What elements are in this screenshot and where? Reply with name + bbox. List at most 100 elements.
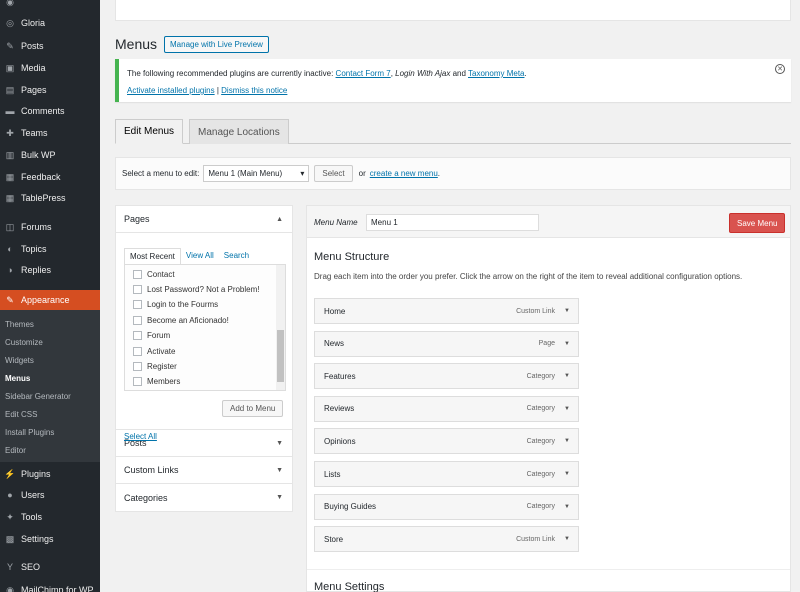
submenu-item-themes[interactable]: Themes [0,315,100,333]
sidebar-item-teams[interactable]: ✚ Teams [0,123,100,143]
sidebar-item-tablepress[interactable]: ▦ TablePress [0,188,100,208]
page-checkbox-item[interactable]: Become an Aficionado! [133,314,229,326]
checkbox[interactable] [133,377,142,387]
period-text: . [437,169,441,178]
tab-search[interactable]: Search [219,248,254,265]
checkbox[interactable] [133,346,142,356]
sidebar-item-feedback[interactable]: ▦ Feedback [0,167,100,187]
menu-settings-title: Menu Settings [314,581,385,592]
checkbox[interactable] [133,361,142,371]
page-label: Register [147,361,177,371]
checkbox[interactable] [133,315,142,325]
add-to-menu-button[interactable]: Add to Menu [222,400,284,417]
sidebar-item-tools[interactable]: ✦ Tools [0,507,100,527]
sidebar-item-topics[interactable]: ◐ Topics [0,239,100,259]
menu-item-reviews[interactable]: Reviews Category ▼ [314,395,579,422]
tab-edit-menus[interactable]: Edit Menus [115,119,184,144]
sidebar-item-posts[interactable]: ✎ Posts [0,36,100,56]
checkbox[interactable] [133,300,142,310]
plugins-notice: The following recommended plugins are cu… [115,59,791,102]
submenu-item-install-plugins[interactable]: Install Plugins [0,423,100,441]
tab-view-all[interactable]: View All [181,248,219,265]
sidebar-item-comments[interactable]: ▬ Comments [0,101,100,121]
section-title: Custom Links [124,465,179,475]
page-checkbox-item[interactable]: Activate [133,345,175,357]
sidebar-item-mailchimp-for-wp[interactable]: ◉ MailChimp for WP [0,580,100,592]
submenu-item-sidebar-generator[interactable]: Sidebar Generator [0,387,100,405]
page-checkbox-item[interactable]: Forum [133,330,170,342]
pages-section-header[interactable]: Pages ▲ [116,206,292,233]
page-checkbox-item[interactable]: Lost Password? Not a Problem! [133,283,260,295]
menu-item-title: News [324,339,345,349]
sidebar-item-media[interactable]: ▣ Media [0,58,100,78]
menu-item-type: Category [526,405,555,413]
page-checkbox-item[interactable]: Register [133,360,177,372]
expand-arrow-icon[interactable]: ▼ [564,406,570,412]
sidebar-item-settings[interactable]: ▩ Settings [0,529,100,549]
expand-arrow-icon[interactable]: ▼ [564,504,570,510]
expand-arrow-icon[interactable]: ▼ [564,373,570,379]
submenu-item-menus[interactable]: Menus [0,369,100,387]
sidebar-item-appearance[interactable]: ✎ Appearance [0,290,100,310]
pages-section-title: Pages [124,214,150,224]
menu-item-features[interactable]: Features Category ▼ [314,363,579,390]
submenu-item-widgets[interactable]: Widgets [0,351,100,369]
sidebar-item-forums[interactable]: ◫ Forums [0,217,100,237]
collapse-arrow-icon: ▲ [276,215,283,223]
checkbox[interactable] [133,269,142,279]
sidebar-item-gloria[interactable]: ◎ Gloria [0,13,100,33]
menu-item-opinions[interactable]: Opinions Category ▼ [314,428,579,455]
expand-arrow-icon[interactable]: ▼ [564,341,570,347]
menu-item-store[interactable]: Store Custom Link ▼ [314,526,579,553]
expand-arrow-icon[interactable]: ▼ [564,308,570,314]
or-text: or [358,169,366,178]
scrollbar[interactable] [276,265,285,390]
page-checkbox-item[interactable]: Contact [133,268,175,280]
checkbox[interactable] [133,284,142,294]
menu-edit-panel: Menu Name Menu 1 Save Menu Menu Structur… [306,205,791,592]
sidebar-item-dashboard[interactable]: ◉ [0,0,100,12]
plus-icon: ✚ [6,127,14,138]
create-menu-link[interactable]: create a new menu [370,169,438,178]
sidebar-item-users[interactable]: ● Users [0,485,100,505]
expand-arrow-icon[interactable]: ▼ [564,471,570,477]
section-header-categories[interactable]: Categories ▼ [116,484,292,511]
checkbox[interactable] [133,331,142,341]
submenu-item-edit-css[interactable]: Edit CSS [0,405,100,423]
select-all-link[interactable]: Select All [124,432,157,441]
menu-select[interactable]: Menu 1 (Main Menu) ▾ [203,165,310,182]
submenu-item-customize[interactable]: Customize [0,333,100,351]
tab-most-recent[interactable]: Most Recent [124,248,181,265]
save-menu-button[interactable]: Save Menu [729,213,786,233]
tab-manage-locations[interactable]: Manage Locations [189,119,289,144]
activate-plugins-link[interactable]: Activate installed plugins [127,86,215,95]
expand-arrow-icon[interactable]: ▼ [564,438,570,444]
notice-links: Activate installed plugins | Dismiss thi… [127,86,287,95]
menu-item-lists[interactable]: Lists Category ▼ [314,461,579,487]
scrollbar-thumb[interactable] [277,330,284,382]
sidebar-item-bulk-wp[interactable]: ▥ Bulk WP [0,145,100,165]
close-icon[interactable]: ✕ [775,64,785,74]
live-preview-button[interactable]: Manage with Live Preview [164,36,269,53]
page-checkbox-item[interactable]: Login to the Fourms [133,299,218,311]
submenu-item-editor[interactable]: Editor [0,441,100,459]
feedback-icon: ▦ [5,171,15,182]
select-button[interactable]: Select [314,165,353,182]
contact-form-link[interactable]: Contact Form 7 [336,69,391,78]
sidebar-item-plugins[interactable]: ⚡ Plugins [0,464,100,484]
section-header-custom-links[interactable]: Custom Links ▼ [116,457,292,484]
sidebar-item-pages[interactable]: ▤ Pages [0,80,100,100]
menu-name-input[interactable]: Menu 1 [366,214,539,231]
dismiss-notice-link[interactable]: Dismiss this notice [221,86,287,95]
sidebar-item-replies[interactable]: ◑ Replies [0,260,100,280]
notice-end: . [524,69,527,78]
expand-arrow-icon: ▼ [276,494,283,501]
menu-item-news[interactable]: News Page ▼ [314,330,579,357]
sidebar-item-seo[interactable]: Y SEO [0,557,100,577]
expand-arrow-icon[interactable]: ▼ [564,536,570,542]
page-checkbox-item[interactable]: Members [133,376,180,388]
taxonomy-meta-link[interactable]: Taxonomy Meta [468,69,524,78]
menu-item-buying-guides[interactable]: Buying Guides Category ▼ [314,493,579,520]
sidebar-item-label: Settings [21,534,54,544]
menu-item-home[interactable]: Home Custom Link ▼ [314,298,579,324]
